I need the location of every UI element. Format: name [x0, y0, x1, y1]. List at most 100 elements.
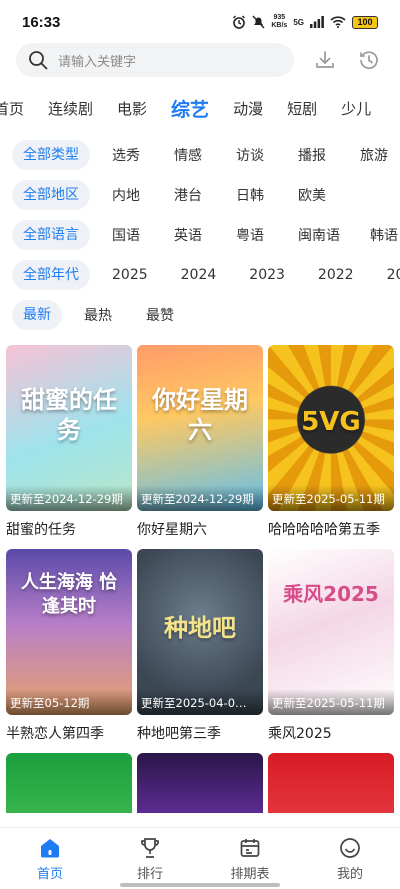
- sort-hottest[interactable]: 最热: [84, 305, 112, 325]
- nav-ranking[interactable]: 排行: [115, 836, 185, 882]
- filter-sort-row: 最新 最热 最赞: [12, 299, 400, 331]
- filter-region-option[interactable]: 港台: [174, 185, 202, 205]
- show-grid: 甜蜜的任务 更新至2024-12-29期 甜蜜的任务 你好星期六 更新至2024…: [6, 345, 396, 813]
- update-label: 更新至2025-04-0…: [137, 689, 263, 715]
- filter-year-all[interactable]: 全部年代: [12, 260, 90, 290]
- search-placeholder: 请输入关键字: [58, 54, 137, 70]
- filter-year-option[interactable]: 2022: [318, 267, 354, 283]
- show-poster[interactable]: 甜蜜的任务 更新至2024-12-29期: [6, 345, 132, 511]
- show-card[interactable]: 你好星期六 更新至2024-12-29期 你好星期六: [137, 345, 263, 549]
- show-title[interactable]: 你好星期六: [137, 511, 263, 549]
- filter-type-all[interactable]: 全部类型: [12, 140, 90, 170]
- show-card[interactable]: 甜蜜的任务 更新至2024-12-29期 甜蜜的任务: [6, 345, 132, 549]
- nav-schedule[interactable]: 排期表: [215, 836, 285, 882]
- update-label: 更新至05-12期: [6, 689, 132, 715]
- alarm-icon: [233, 15, 246, 29]
- filter-region-option[interactable]: 欧美: [298, 185, 326, 205]
- network-speed-unit: KB/s: [271, 22, 288, 29]
- filter-type-option[interactable]: 播报: [298, 145, 326, 165]
- poster-text: 种地吧: [164, 614, 236, 642]
- download-icon[interactable]: [314, 49, 336, 71]
- show-poster[interactable]: 种地吧 更新至2025-04-0…: [137, 549, 263, 715]
- search-icon: [29, 51, 48, 70]
- filter-year-option[interactable]: 20: [387, 267, 400, 283]
- show-title[interactable]: 种地吧第三季: [137, 715, 263, 753]
- show-card[interactable]: [137, 753, 263, 813]
- show-card[interactable]: [268, 753, 394, 813]
- show-title[interactable]: 半熟恋人第四季: [6, 715, 132, 753]
- update-label: 更新至2025-05-11期: [268, 485, 394, 511]
- wifi-icon: [330, 16, 346, 28]
- nav-schedule-label: 排期表: [230, 867, 270, 882]
- status-bar: 16:33 935 KB/s 5G 100: [0, 0, 400, 44]
- show-poster[interactable]: [6, 753, 132, 813]
- history-icon[interactable]: [358, 49, 380, 71]
- show-poster[interactable]: 5VG 更新至2025-05-11期: [268, 345, 394, 511]
- tab-home[interactable]: 首页: [0, 98, 36, 119]
- update-label: 更新至2024-12-29期: [6, 485, 132, 511]
- status-time: 16:33: [22, 13, 61, 31]
- filter-region-option[interactable]: 内地: [112, 185, 140, 205]
- filter-language-all[interactable]: 全部语言: [12, 220, 90, 250]
- category-tabs: 首页 连续剧 电影 综艺 动漫 短剧 少儿: [0, 90, 400, 126]
- poster-text: 甜蜜的任务: [21, 386, 117, 444]
- filter-language-option[interactable]: 英语: [174, 225, 202, 245]
- tab-anime[interactable]: 动漫: [221, 98, 275, 119]
- tab-kids[interactable]: 少儿: [329, 98, 383, 119]
- trophy-icon: [140, 838, 160, 858]
- show-title[interactable]: 甜蜜的任务: [6, 511, 132, 549]
- show-card[interactable]: 人生海海 恰逢其时 更新至05-12期 半熟恋人第四季: [6, 549, 132, 753]
- filter-type-row: 全部类型 选秀 情感 访谈 播报 旅游: [12, 139, 400, 171]
- filter-language-option[interactable]: 闽南语: [298, 225, 340, 245]
- filter-type-option[interactable]: 旅游: [360, 145, 388, 165]
- bottom-nav: 首页 排行 排期表 我的: [0, 827, 400, 889]
- filter-language-option[interactable]: 国语: [112, 225, 140, 245]
- battery-indicator: 100: [352, 15, 378, 29]
- filter-year-option[interactable]: 2025: [112, 267, 148, 283]
- show-title[interactable]: 哈哈哈哈哈第五季: [268, 511, 394, 549]
- poster-text: 人生海海 恰逢其时: [20, 572, 118, 617]
- show-poster[interactable]: 你好星期六 更新至2024-12-29期: [137, 345, 263, 511]
- show-card[interactable]: 5VG 更新至2025-05-11期 哈哈哈哈哈第五季: [268, 345, 394, 549]
- tab-movie[interactable]: 电影: [105, 98, 159, 119]
- filter-language-option[interactable]: 韩语: [370, 225, 398, 245]
- home-icon: [41, 839, 59, 858]
- show-card[interactable]: 种地吧 更新至2025-04-0… 种地吧第三季: [137, 549, 263, 753]
- sort-top-rated[interactable]: 最赞: [146, 305, 174, 325]
- nav-profile-label: 我的: [336, 867, 363, 882]
- filter-language-option[interactable]: 粤语: [236, 225, 264, 245]
- show-card[interactable]: 乘风2025 更新至2025-05-11期 乘风2025: [268, 549, 394, 753]
- network-speed-value: 935: [273, 14, 286, 21]
- profile-icon: [340, 838, 360, 858]
- show-card[interactable]: [6, 753, 132, 813]
- show-poster[interactable]: 人生海海 恰逢其时 更新至05-12期: [6, 549, 132, 715]
- poster-text: 5VG: [301, 407, 361, 437]
- update-label: 更新至2025-05-11期: [268, 689, 394, 715]
- filter-region-option[interactable]: 日韩: [236, 185, 264, 205]
- signal-icon: [310, 16, 324, 28]
- search-bar: 请输入关键字: [16, 42, 388, 78]
- filter-year-option[interactable]: 2024: [181, 267, 217, 283]
- tab-series[interactable]: 连续剧: [36, 98, 105, 119]
- filter-type-option[interactable]: 情感: [174, 145, 202, 165]
- filter-type-option[interactable]: 选秀: [112, 145, 140, 165]
- filter-region-all[interactable]: 全部地区: [12, 180, 90, 210]
- update-label: 更新至2024-12-29期: [137, 485, 263, 511]
- filter-language-row: 全部语言 国语 英语 粤语 闽南语 韩语: [12, 219, 400, 251]
- nav-profile[interactable]: 我的: [315, 836, 385, 882]
- show-title[interactable]: 乘风2025: [268, 715, 394, 753]
- calendar-icon: [240, 839, 260, 857]
- nav-home[interactable]: 首页: [15, 836, 85, 882]
- mute-icon: [252, 15, 265, 29]
- show-poster[interactable]: [268, 753, 394, 813]
- status-icons: 935 KB/s 5G 100: [232, 14, 378, 30]
- tab-variety[interactable]: 综艺: [159, 95, 221, 122]
- filter-year-option[interactable]: 2023: [249, 267, 285, 283]
- sort-latest[interactable]: 最新: [12, 300, 62, 330]
- nav-home-label: 首页: [36, 867, 63, 882]
- filter-type-option[interactable]: 访谈: [236, 145, 264, 165]
- tab-short-drama[interactable]: 短剧: [275, 98, 329, 119]
- search-input[interactable]: 请输入关键字: [16, 43, 294, 77]
- show-poster[interactable]: [137, 753, 263, 813]
- show-poster[interactable]: 乘风2025 更新至2025-05-11期: [268, 549, 394, 715]
